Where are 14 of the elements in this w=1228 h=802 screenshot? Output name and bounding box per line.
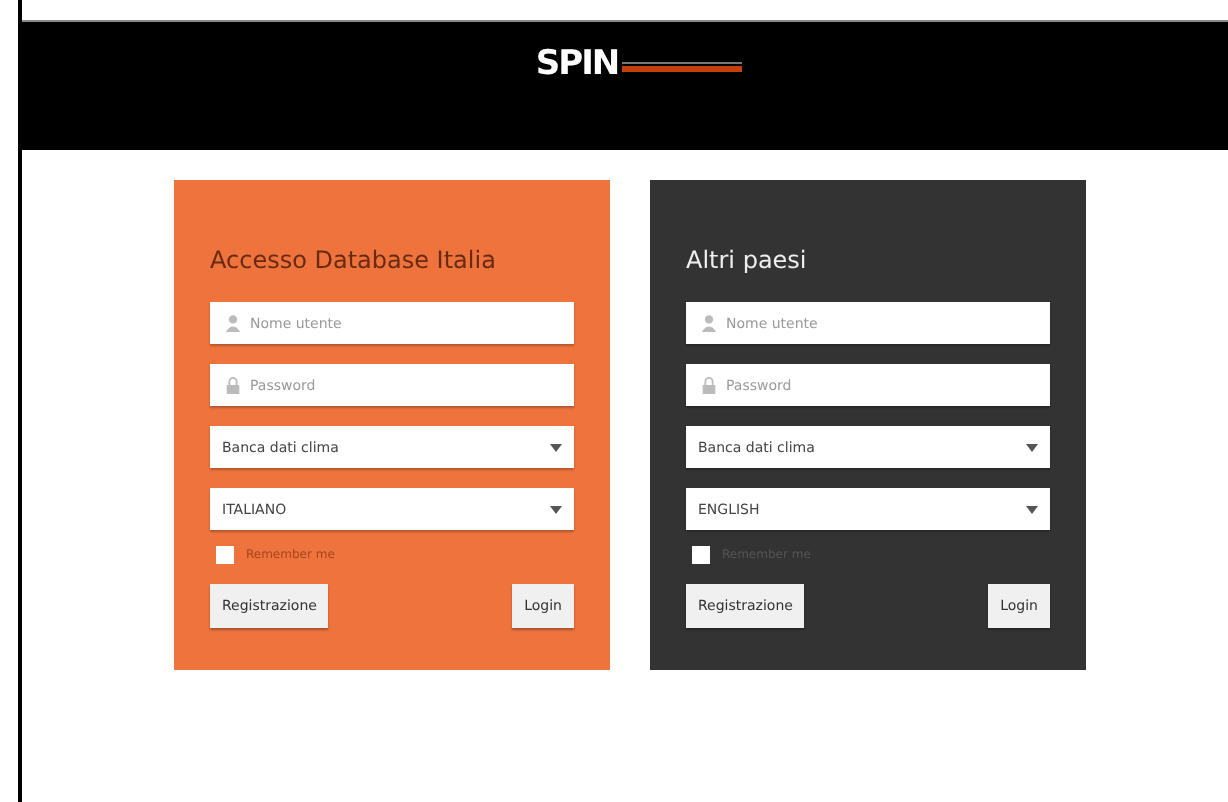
lock-icon	[700, 376, 718, 394]
caret-icon	[1026, 443, 1038, 451]
caret-icon	[550, 505, 562, 513]
user-icon	[224, 314, 242, 332]
remember-checkbox[interactable]	[216, 546, 234, 564]
panel-title: Accesso Database Italia	[210, 246, 498, 274]
panel-title: Altri paesi	[686, 246, 809, 274]
lock-icon	[224, 376, 242, 394]
caret-icon	[550, 443, 562, 451]
logo-text: SPIN	[535, 48, 619, 82]
caret-icon	[1026, 505, 1038, 513]
logo-underline-icon	[622, 62, 743, 78]
user-icon	[700, 314, 718, 332]
remember-checkbox[interactable]	[692, 546, 710, 564]
